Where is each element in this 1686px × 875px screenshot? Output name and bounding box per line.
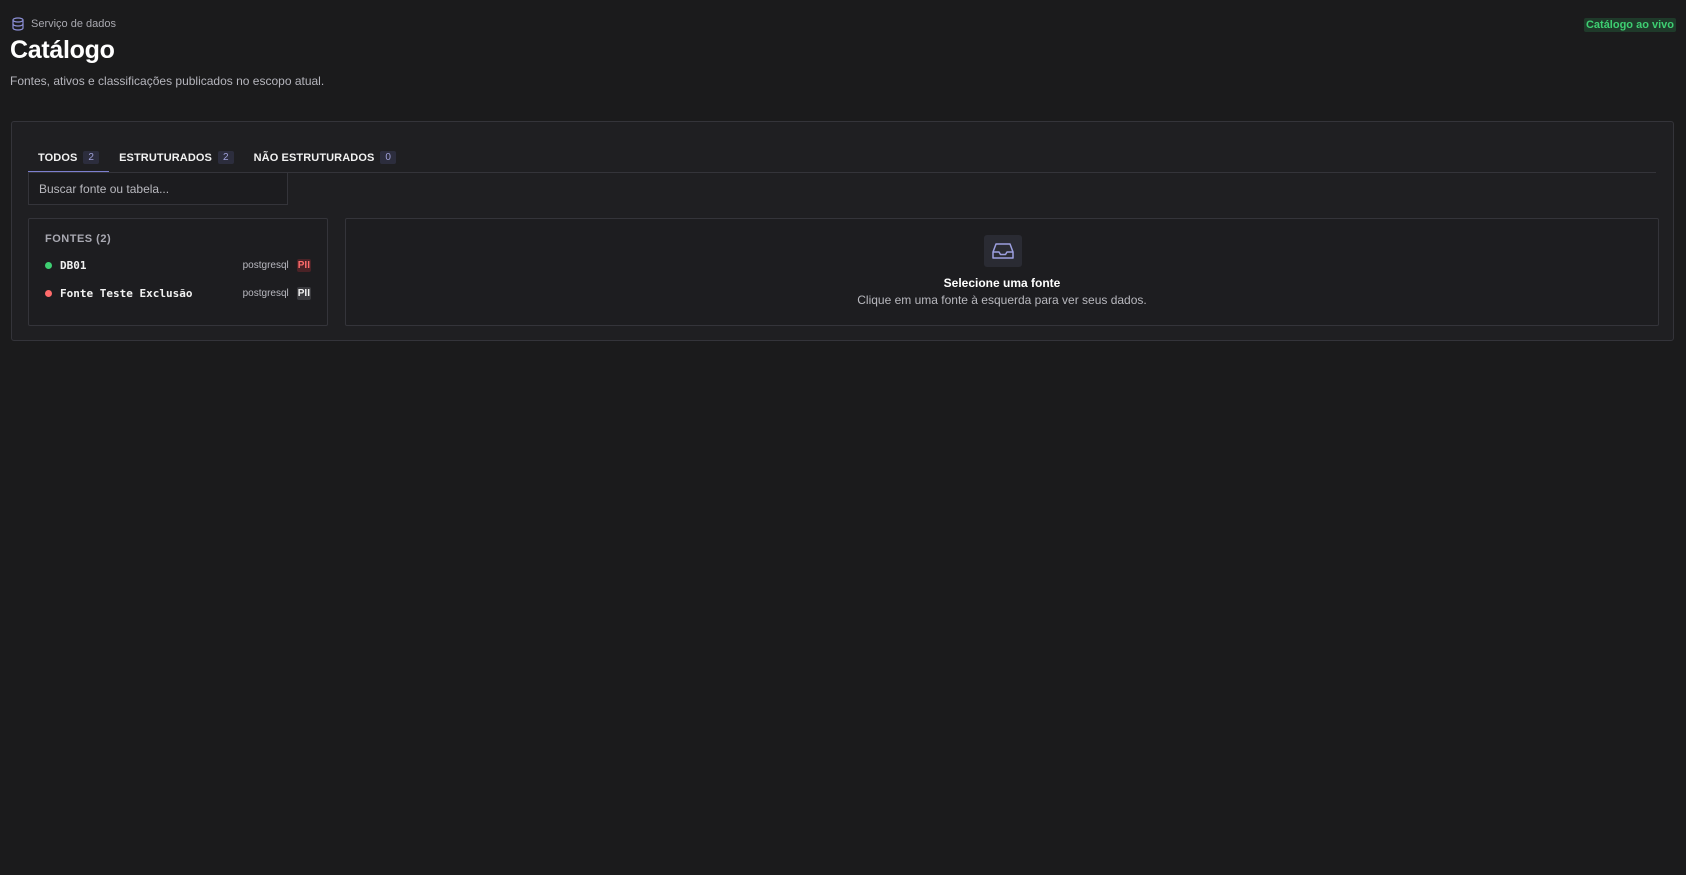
tab-estruturados[interactable]: ESTRUTURADOS 2 [109,144,244,171]
tab-todos[interactable]: TODOS 2 [28,144,110,173]
breadcrumb: Serviço de dados [11,17,116,31]
pii-badge: PII [296,286,311,300]
tab-label: NÃO ESTRUTURADOS [253,151,375,164]
sources-list: FONTES (2) DB01 postgresql PII Fonte Tes… [28,218,328,326]
source-name: DB01 [60,258,87,272]
page-subtitle: Fontes, ativos e classificações publicad… [10,74,325,88]
source-type: postgresql [242,287,289,299]
catalog-panel: TODOS 2 ESTRUTURADOS 2 NÃO ESTRUTURADOS … [11,121,1674,341]
live-catalog-badge: Catálogo ao vivo [1583,18,1676,32]
empty-state-description: Clique em uma fonte à esquerda para ver … [857,293,1147,307]
status-dot [45,289,52,297]
database-icon [11,17,25,31]
tab-count: 0 [380,151,397,164]
source-detail-panel: Selecione uma fonte Clique em uma fonte … [345,218,1659,326]
page-title: Catálogo [10,36,115,64]
search-input[interactable] [28,172,288,205]
sources-header: FONTES (2) [45,233,112,245]
source-name: Fonte Teste Exclusão [60,286,193,300]
tab-bar: TODOS 2 ESTRUTURADOS 2 NÃO ESTRUTURADOS … [28,144,1656,173]
tab-nao-estruturados[interactable]: NÃO ESTRUTURADOS 0 [244,144,406,171]
breadcrumb-label: Serviço de dados [31,18,116,30]
tab-count: 2 [83,151,100,164]
status-dot [45,261,52,269]
tab-count: 2 [217,151,234,164]
pii-badge: PII [296,258,311,272]
tab-label: TODOS [38,151,78,164]
source-item-fonte-teste-exclusao[interactable]: Fonte Teste Exclusão postgresql PII [45,282,311,304]
inbox-icon [984,235,1022,267]
empty-state-title: Selecione uma fonte [943,276,1061,290]
source-item-db01[interactable]: DB01 postgresql PII [45,254,311,276]
tab-label: ESTRUTURADOS [119,151,212,164]
source-type: postgresql [242,259,289,271]
